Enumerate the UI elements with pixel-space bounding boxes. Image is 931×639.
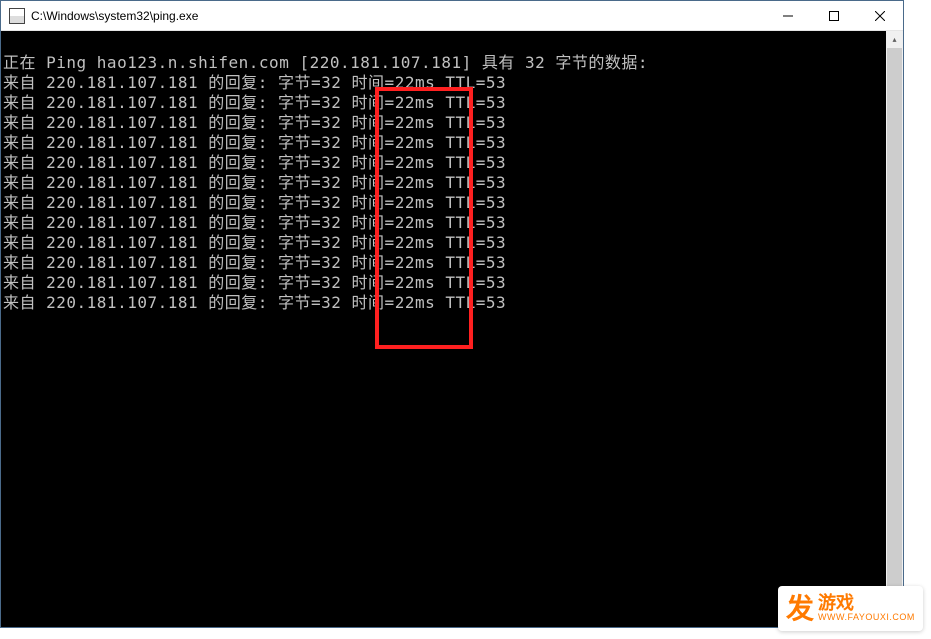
watermark-badge: 发 游戏 WWW.FAYOUXI.COM — [778, 586, 923, 631]
watermark-title: 游戏 — [818, 594, 915, 614]
app-icon — [9, 8, 25, 24]
vertical-scrollbar[interactable]: ▴ ▾ — [886, 31, 903, 627]
watermark-url: WWW.FAYOUXI.COM — [818, 613, 915, 623]
ping-reply-line: 来自 220.181.107.181 的回复: 字节=32 时间=22ms TT… — [3, 153, 901, 173]
watermark-logo: 发 — [786, 595, 814, 623]
ping-header-line: 正在 Ping hao123.n.shifen.com [220.181.107… — [3, 53, 901, 73]
ping-reply-line: 来自 220.181.107.181 的回复: 字节=32 时间=22ms TT… — [3, 173, 901, 193]
application-window: C:\Windows\system32\ping.exe 正在 Ping hao… — [0, 0, 904, 628]
console-area[interactable]: 正在 Ping hao123.n.shifen.com [220.181.107… — [1, 31, 903, 627]
ping-reply-line: 来自 220.181.107.181 的回复: 字节=32 时间=22ms TT… — [3, 273, 901, 293]
ping-reply-line: 来自 220.181.107.181 的回复: 字节=32 时间=22ms TT… — [3, 133, 901, 153]
ping-reply-line: 来自 220.181.107.181 的回复: 字节=32 时间=22ms TT… — [3, 73, 901, 93]
ping-reply-line: 来自 220.181.107.181 的回复: 字节=32 时间=22ms TT… — [3, 293, 901, 313]
ping-reply-line: 来自 220.181.107.181 的回复: 字节=32 时间=22ms TT… — [3, 93, 901, 113]
ping-reply-line: 来自 220.181.107.181 的回复: 字节=32 时间=22ms TT… — [3, 253, 901, 273]
scroll-up-icon[interactable]: ▴ — [886, 31, 903, 48]
scroll-thumb[interactable] — [887, 48, 902, 610]
ping-reply-line: 来自 220.181.107.181 的回复: 字节=32 时间=22ms TT… — [3, 213, 901, 233]
titlebar[interactable]: C:\Windows\system32\ping.exe — [1, 1, 903, 31]
ping-reply-line: 来自 220.181.107.181 的回复: 字节=32 时间=22ms TT… — [3, 193, 901, 213]
maximize-button[interactable] — [811, 1, 857, 30]
window-title: C:\Windows\system32\ping.exe — [31, 9, 765, 23]
ping-reply-line: 来自 220.181.107.181 的回复: 字节=32 时间=22ms TT… — [3, 113, 901, 133]
close-button[interactable] — [857, 1, 903, 30]
window-controls — [765, 1, 903, 30]
minimize-button[interactable] — [765, 1, 811, 30]
ping-reply-line: 来自 220.181.107.181 的回复: 字节=32 时间=22ms TT… — [3, 233, 901, 253]
